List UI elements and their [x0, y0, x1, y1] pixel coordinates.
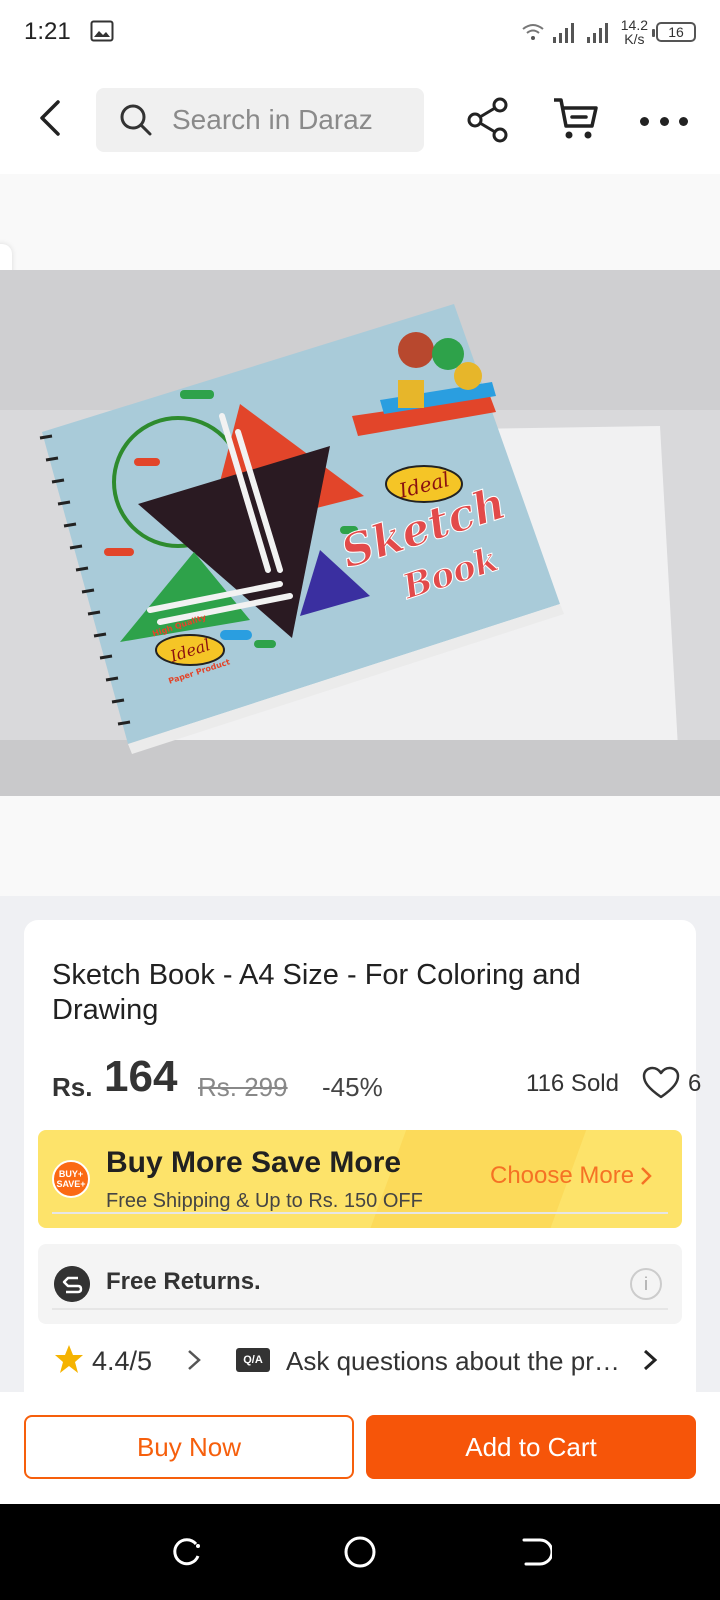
speed-value: 14.2	[620, 17, 648, 33]
status-time: 1:21	[24, 18, 71, 45]
network-speed: 14.2 K/s	[621, 18, 648, 46]
promo-title: Buy More Save More	[106, 1146, 402, 1179]
promo-subtitle: Free Shipping & Up to Rs. 150 OFF	[106, 1190, 423, 1212]
search-input[interactable]: Search in Daraz	[96, 88, 424, 152]
chevron-right-icon[interactable]	[184, 1348, 204, 1372]
star-icon	[55, 1345, 83, 1373]
qa-badge-icon: Q/A	[236, 1348, 270, 1372]
promo-badge-line1: BUY+	[58, 1169, 84, 1179]
ask-questions-link[interactable]: Ask questions about the pro...	[286, 1346, 626, 1377]
home-icon[interactable]	[342, 1534, 378, 1570]
product-price: 164	[104, 1052, 178, 1101]
share-icon[interactable]	[466, 96, 510, 144]
like-count: 6	[688, 1070, 702, 1097]
product-title: Sketch Book - A4 Size - For Coloring and…	[52, 959, 581, 1026]
free-returns-row[interactable]: Free Returns. i	[38, 1244, 682, 1324]
wifi-icon	[522, 24, 544, 40]
original-price: Rs. 299	[198, 1072, 288, 1102]
bottom-action-bar: Buy Now Add to Cart	[0, 1392, 720, 1504]
sold-count: 116 Sold	[526, 1070, 619, 1097]
search-icon	[120, 104, 152, 136]
choose-more-label: Choose More	[490, 1162, 635, 1189]
discount-badge: -45%	[322, 1072, 383, 1102]
rating-qa-row: 4.4/5 Q/A Ask questions about the pro...	[52, 1334, 672, 1384]
choose-more-link[interactable]: Choose More	[490, 1162, 652, 1190]
product-image[interactable]: Ideal Sketch Book Ideal High Quality Pap…	[0, 270, 720, 796]
recent-apps-icon[interactable]	[168, 1534, 204, 1570]
back-icon[interactable]	[516, 1534, 552, 1570]
chevron-right-icon	[641, 1167, 652, 1185]
buy-now-button[interactable]: Buy Now	[24, 1415, 354, 1479]
top-nav: Search in Daraz	[0, 66, 720, 174]
buy-save-badge-icon: BUY+ SAVE+	[52, 1160, 90, 1198]
divider	[52, 1308, 668, 1310]
back-arrow-icon[interactable]	[30, 96, 70, 140]
gallery-notification-icon	[90, 20, 114, 42]
info-icon[interactable]: i	[630, 1268, 662, 1300]
divider	[52, 1212, 668, 1214]
signal-icon-2	[586, 23, 608, 43]
product-page: 1:21 14.2 K/s 16 Search in Daraz Ideal S…	[0, 0, 720, 1600]
status-indicators: 14.2 K/s 16	[521, 16, 696, 48]
system-nav-bar	[0, 1504, 720, 1600]
promo-badge-line2: SAVE+	[56, 1179, 86, 1189]
add-to-cart-button[interactable]: Add to Cart	[366, 1415, 696, 1479]
status-bar: 1:21 14.2 K/s 16	[0, 0, 720, 66]
cart-icon[interactable]	[552, 96, 600, 142]
heart-icon[interactable]	[642, 1066, 680, 1100]
chevron-right-icon[interactable]	[640, 1348, 660, 1372]
rating-value[interactable]: 4.4/5	[92, 1346, 152, 1377]
speed-unit: K/s	[624, 31, 645, 47]
battery-level: 16	[668, 24, 684, 40]
search-placeholder: Search in Daraz	[172, 104, 373, 135]
more-icon[interactable]	[640, 106, 688, 136]
free-returns-label: Free Returns.	[106, 1268, 261, 1295]
price-currency: Rs.	[52, 1072, 93, 1102]
product-gallery[interactable]: Ideal Sketch Book Ideal High Quality Pap…	[0, 174, 720, 896]
price-row: Rs. 164 Rs. 299 -45% 116 Sold 6	[52, 1050, 701, 1110]
signal-icon	[552, 23, 574, 43]
battery-icon: 16	[652, 22, 696, 42]
return-icon	[54, 1266, 90, 1302]
